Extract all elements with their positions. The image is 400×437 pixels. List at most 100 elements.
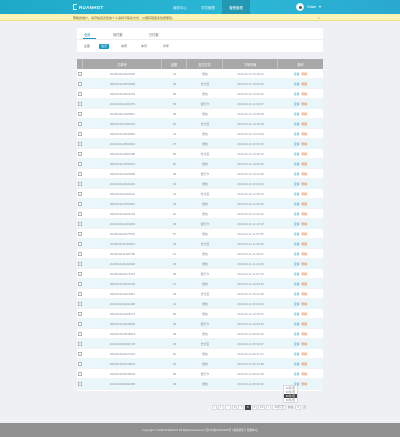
delete-link[interactable]: 删除 <box>302 212 308 216</box>
delete-link[interactable]: 删除 <box>302 272 308 276</box>
delete-link[interactable]: 删除 <box>302 342 308 346</box>
delete-link[interactable]: 删除 <box>302 282 308 286</box>
tab-pending[interactable]: 待付款 <box>113 32 123 37</box>
delete-link[interactable]: 删除 <box>302 152 308 156</box>
next-page-button[interactable]: › <box>266 404 272 410</box>
page-button[interactable]: 8 <box>245 404 251 410</box>
nav-item-packages[interactable]: 套餐管理 <box>222 0 250 14</box>
view-link[interactable]: 查看 <box>294 342 300 346</box>
table-row[interactable]: 2016041113502016 37 微信 2016-04-11 13:50:20 查… <box>77 139 323 150</box>
table-row[interactable]: 2016041110165172 56 微信 2016-04-11 10:16:51 查… <box>77 309 323 320</box>
delete-link[interactable]: 删除 <box>302 112 308 116</box>
page-button[interactable]: 7 <box>238 404 245 410</box>
delete-link[interactable]: 删除 <box>302 302 308 306</box>
prev-page-button[interactable]: ‹ <box>212 404 217 410</box>
table-row[interactable]: 2016041111194928 36 微信 2016-04-11 11:19:49 查… <box>77 259 323 270</box>
row-checkbox[interactable] <box>78 332 82 336</box>
row-checkbox[interactable] <box>78 252 82 256</box>
table-row[interactable]: 2016041109015534 55 银行卡 2016-04-11 09:01:55… <box>77 369 323 380</box>
view-link[interactable]: 查看 <box>294 72 300 76</box>
view-link[interactable]: 查看 <box>294 242 300 246</box>
view-link[interactable]: 查看 <box>294 372 300 376</box>
table-row[interactable]: 2016041112224140 52 微信 2016-04-11 12:22:41 查… <box>77 209 323 220</box>
row-checkbox[interactable] <box>78 92 82 96</box>
view-link[interactable]: 查看 <box>294 352 300 356</box>
delete-link[interactable]: 删除 <box>302 292 308 296</box>
table-row[interactable]: 2016041114284811 58 微信 2016-04-11 14:28:48 查… <box>77 109 323 120</box>
delete-link[interactable]: 删除 <box>302 252 308 256</box>
table-row[interactable]: 2016041111320786 61 微信 2016-04-11 11:32:07 查… <box>77 249 323 260</box>
page-button[interactable]: 6 <box>231 404 238 410</box>
table-row[interactable]: 2016041112353657 39 微信 2016-04-11 12:35:36 查… <box>77 199 323 210</box>
row-checkbox[interactable] <box>78 72 82 76</box>
delete-link[interactable]: 删除 <box>302 332 308 336</box>
table-row[interactable]: 2016041110541205 47 微信 2016-04-11 10:54:12 查… <box>77 279 323 290</box>
view-link[interactable]: 查看 <box>294 202 300 206</box>
delete-link[interactable]: 删除 <box>302 122 308 126</box>
row-checkbox[interactable] <box>78 112 82 116</box>
view-link[interactable]: 查看 <box>294 122 300 126</box>
delete-link[interactable]: 删除 <box>302 82 308 86</box>
table-row[interactable]: 2016041110043030 38 银行卡 2016-04-11 10:04:30… <box>77 319 323 330</box>
view-link[interactable]: 查看 <box>294 232 300 236</box>
view-link[interactable]: 查看 <box>294 192 300 196</box>
view-link[interactable]: 查看 <box>294 332 300 336</box>
view-link[interactable]: 查看 <box>294 222 300 226</box>
row-checkbox[interactable] <box>78 362 82 366</box>
row-checkbox[interactable] <box>78 292 82 296</box>
row-checkbox[interactable] <box>78 282 82 286</box>
row-checkbox[interactable] <box>78 342 82 346</box>
row-checkbox[interactable] <box>78 162 82 166</box>
view-link[interactable]: 查看 <box>294 262 300 266</box>
nav-item-service[interactable]: 服务中心 <box>166 0 194 14</box>
view-link[interactable]: 查看 <box>294 182 300 186</box>
table-row[interactable]: 2016041112481022 44 支付宝 2016-04-11 12:48:10… <box>77 189 323 200</box>
row-checkbox[interactable] <box>78 142 82 146</box>
table-row[interactable]: 2016041114523104 55 微信 2016-04-11 14:52:31 查… <box>77 89 323 100</box>
view-link[interactable]: 查看 <box>294 172 300 176</box>
delete-link[interactable]: 删除 <box>302 372 308 376</box>
page-size-option[interactable]: 40条/页 <box>284 398 297 402</box>
table-row[interactable]: 2016041113381288 55 支付宝 2016-04-11 13:38:12… <box>77 149 323 160</box>
page-button[interactable]: ... <box>224 404 231 410</box>
filter-all[interactable]: 全部 <box>82 44 92 49</box>
delete-link[interactable]: 删除 <box>302 142 308 146</box>
row-checkbox[interactable] <box>78 192 82 196</box>
filter-month[interactable]: 本月 <box>139 44 149 49</box>
user-name[interactable]: Vivian <box>307 5 316 9</box>
nav-item-students[interactable]: 学员管理 <box>194 0 222 14</box>
logo[interactable]: RUANHOT <box>73 4 104 10</box>
delete-link[interactable]: 删除 <box>302 232 308 236</box>
delete-link[interactable]: 删除 <box>302 322 308 326</box>
row-checkbox[interactable] <box>78 82 82 86</box>
row-checkbox[interactable] <box>78 132 82 136</box>
row-checkbox[interactable] <box>78 102 82 106</box>
delete-link[interactable]: 删除 <box>302 352 308 356</box>
row-checkbox[interactable] <box>78 182 82 186</box>
delete-link[interactable]: 删除 <box>302 312 308 316</box>
delete-link[interactable]: 删除 <box>302 262 308 266</box>
view-link[interactable]: 查看 <box>294 82 300 86</box>
delete-link[interactable]: 删除 <box>302 202 308 206</box>
row-checkbox[interactable] <box>78 322 82 326</box>
row-checkbox[interactable] <box>78 172 82 176</box>
view-link[interactable]: 查看 <box>294 92 300 96</box>
row-checkbox[interactable] <box>78 222 82 226</box>
row-checkbox[interactable] <box>78 312 82 316</box>
page-button[interactable]: 9 <box>251 404 258 410</box>
view-link[interactable]: 查看 <box>294 302 300 306</box>
delete-link[interactable]: 删除 <box>302 132 308 136</box>
row-checkbox[interactable] <box>78 352 82 356</box>
table-row[interactable]: 2016041111073313 58 银行卡 2016-04-11 11:07:33… <box>77 269 323 280</box>
delete-link[interactable]: 删除 <box>302 162 308 166</box>
page-button[interactable]: 10 <box>258 404 266 410</box>
user-menu[interactable]: Vivian <box>296 3 322 11</box>
view-link[interactable]: 查看 <box>294 292 300 296</box>
row-checkbox[interactable] <box>78 212 82 216</box>
row-checkbox[interactable] <box>78 152 82 156</box>
view-link[interactable]: 查看 <box>294 272 300 276</box>
view-link[interactable]: 查看 <box>294 362 300 366</box>
table-row[interactable]: 2016041109142876 40 微信 2016-04-11 09:14:28 查… <box>77 359 323 370</box>
table-row[interactable]: 2016041115160118 43 微信 2016-04-11 15:16:01 查… <box>77 69 323 80</box>
filter-half-year[interactable]: 半年 <box>161 44 171 49</box>
